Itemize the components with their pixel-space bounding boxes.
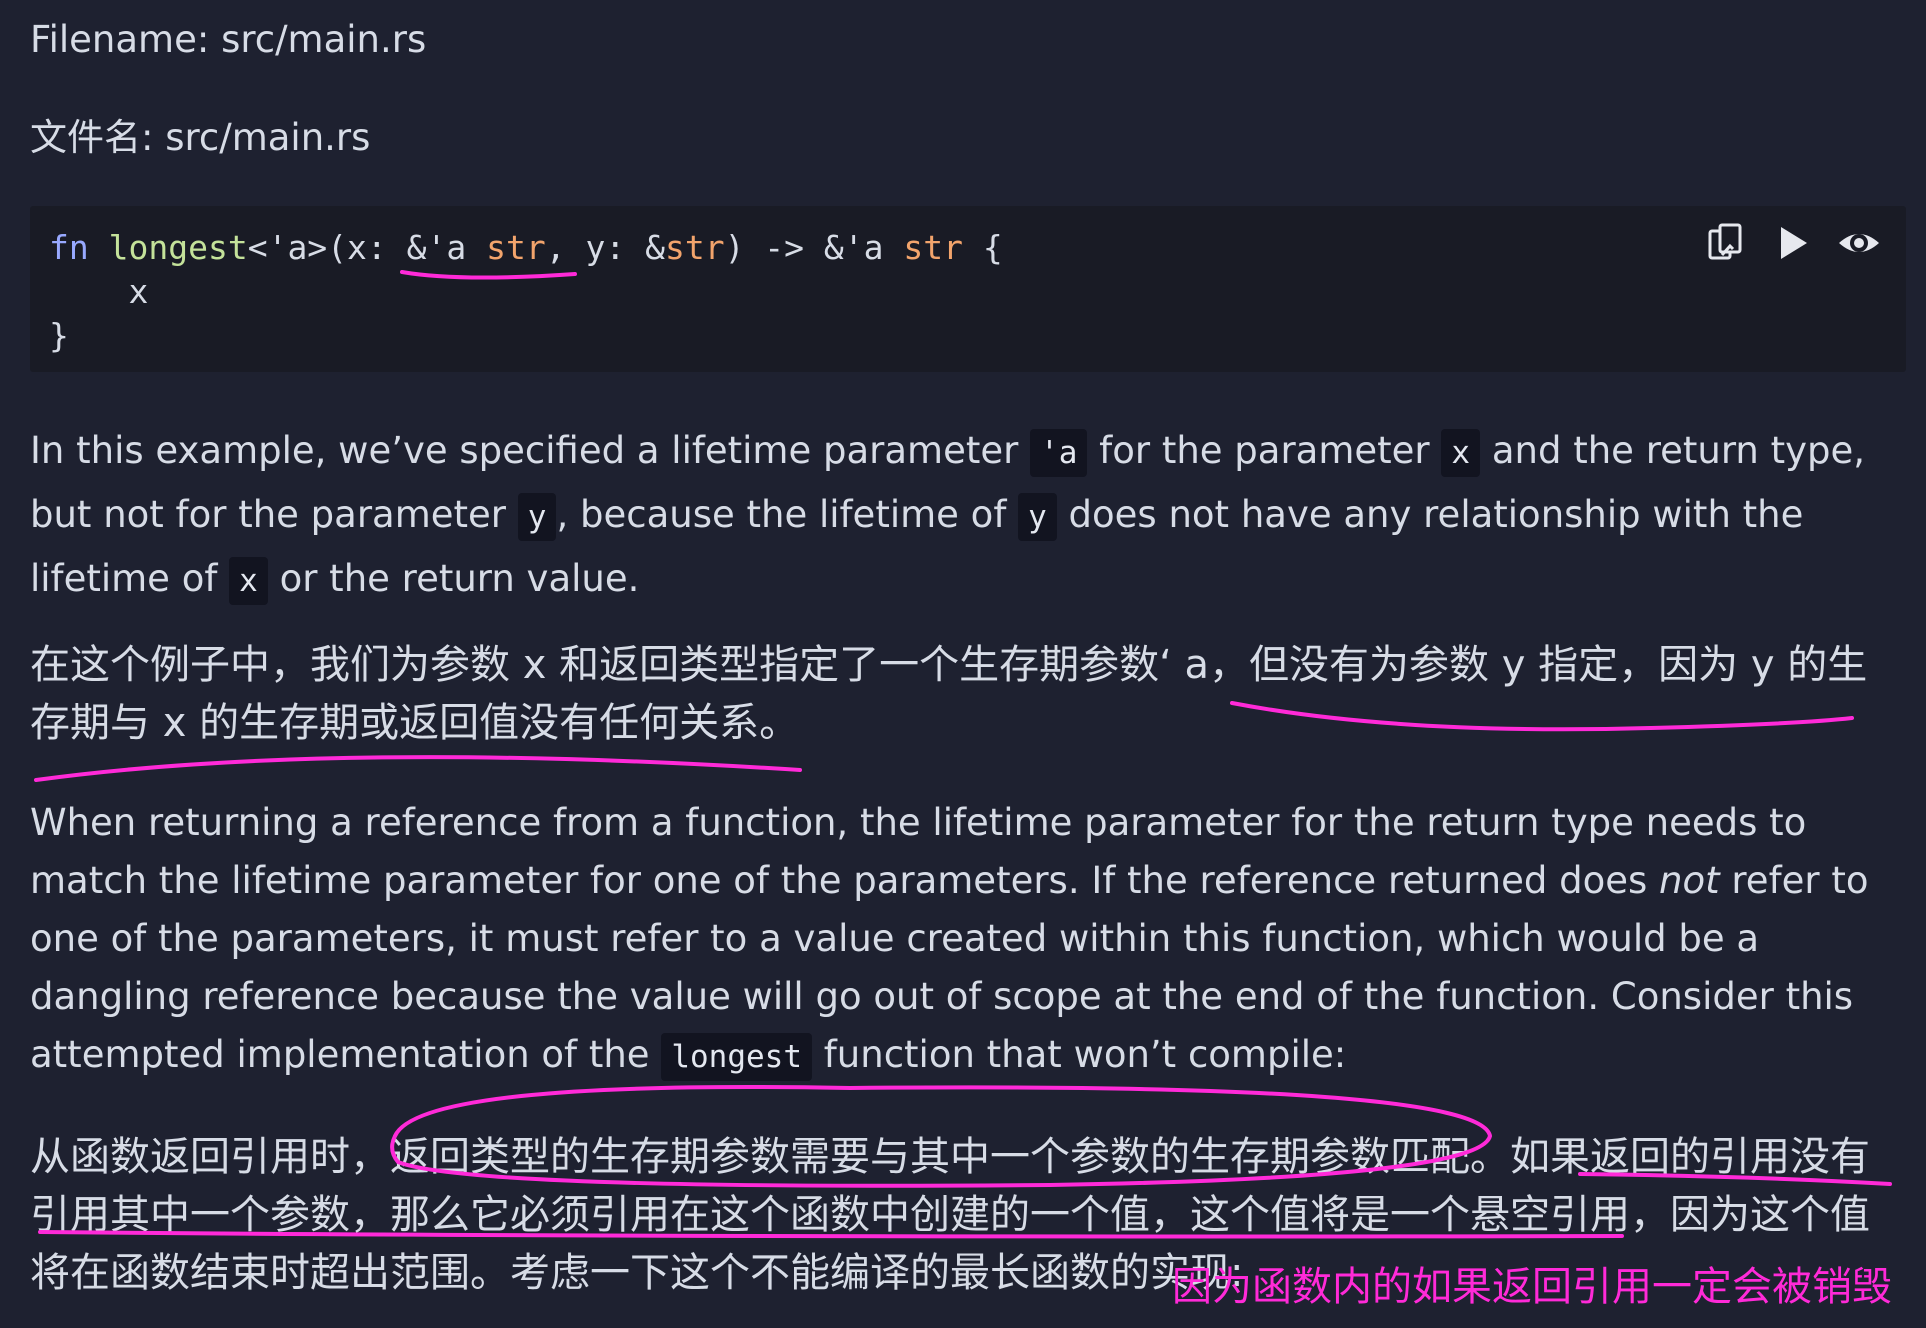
code-segment: , y: &: [545, 228, 665, 267]
inline-code: x: [229, 557, 268, 605]
text-run: When returning a reference from a functi…: [30, 801, 1807, 902]
copy-button[interactable]: [1704, 220, 1750, 266]
text-run: function that won’t compile:: [812, 1033, 1347, 1076]
code-text: fn longest<'a>(x: &'a str, y: &str) -> &…: [49, 226, 1003, 358]
eye-icon: [1839, 234, 1879, 252]
code-keyword-fn: fn: [49, 228, 89, 267]
code-line-2: x: [49, 272, 149, 311]
paragraph-en-2: When returning a reference from a functi…: [30, 794, 1906, 1086]
handwritten-note: 因为函数内的如果返回引用一定会被销毁: [1172, 1264, 1892, 1310]
paragraph-zh-1: 在这个例子中，我们为参数 x 和返回类型指定了一个生存期参数‘ a，但没有为参数…: [30, 642, 1868, 746]
code-type-str: str: [903, 228, 963, 267]
code-function-name: longest: [108, 228, 248, 267]
play-icon: [1781, 227, 1807, 259]
text-run: for the parameter: [1087, 429, 1442, 472]
code-line-3: }: [49, 316, 69, 355]
code-type-str: str: [486, 228, 546, 267]
text-run: , because the lifetime of: [556, 493, 1019, 536]
code-segment: {: [962, 228, 1003, 267]
inline-code: y: [1018, 493, 1057, 541]
inline-code: 'a: [1030, 429, 1088, 477]
code-type-str: str: [664, 228, 725, 267]
code-segment: ) -> &'a: [724, 228, 904, 267]
code-segment: <'a>(x: &'a: [247, 228, 487, 267]
text-run: In this example, we’ve specified a lifet…: [30, 429, 1031, 472]
copy-icon: [1708, 223, 1742, 260]
run-button[interactable]: [1770, 220, 1816, 266]
page: Filename: src/main.rs 文件名: src/main.rs f…: [30, 0, 1906, 1328]
code-toolbar: [1704, 220, 1882, 266]
inline-code: x: [1441, 429, 1481, 477]
emphasis: not: [1659, 859, 1720, 902]
filename-label-zh: 文件名: src/main.rs: [30, 116, 371, 159]
code-block: fn longest<'a>(x: &'a str, y: &str) -> &…: [30, 206, 1906, 372]
paragraph-en-1: In this example, we’ve specified a lifet…: [30, 420, 1906, 612]
toggle-hidden-button[interactable]: [1836, 220, 1882, 266]
text-run: or the return value.: [267, 557, 640, 600]
filename-label: Filename: src/main.rs: [30, 18, 427, 61]
inline-code: longest: [661, 1033, 812, 1081]
inline-code: y: [517, 493, 557, 541]
